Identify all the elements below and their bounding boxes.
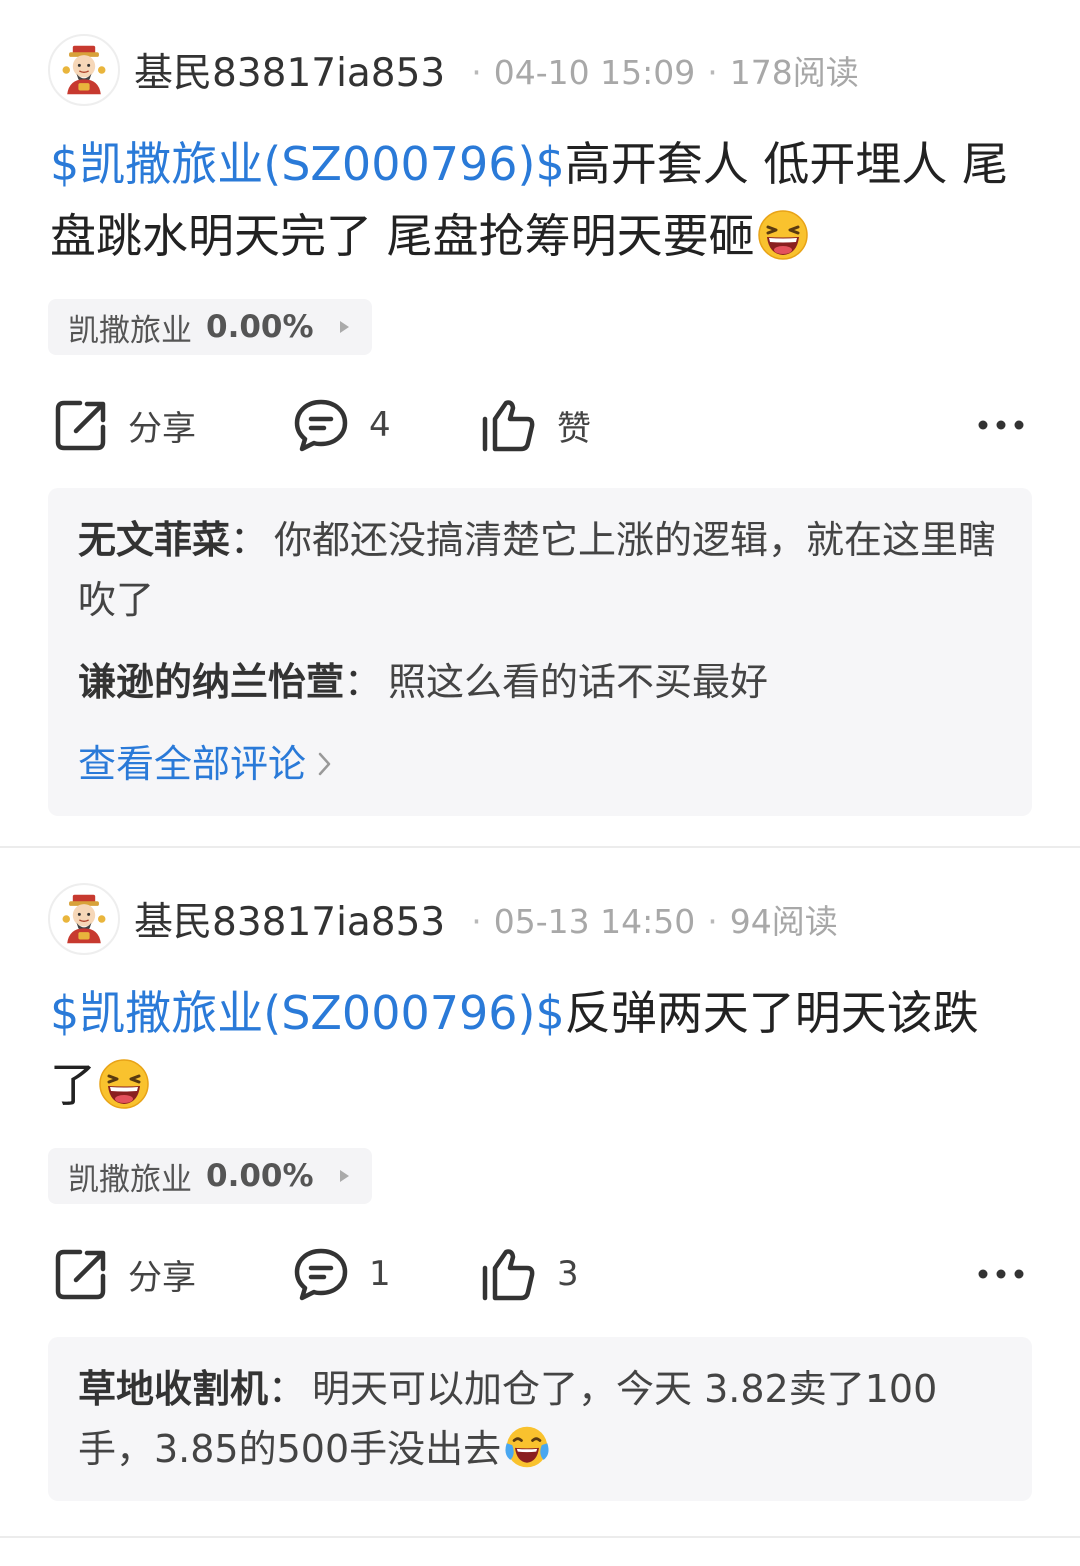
like-label: 赞 xyxy=(557,408,591,449)
comment-separator: ： xyxy=(268,1367,307,1411)
thumbs-up-icon xyxy=(482,1249,535,1301)
chip-stock-name: 凯撒旅业 xyxy=(68,312,192,349)
post-header: 基民83817ia853 · 04-10 15:09 · 178阅读 xyxy=(48,34,859,106)
view-all-label: 查看全部评论 xyxy=(78,742,307,786)
share-label: 分享 xyxy=(128,1257,196,1298)
avatar-god-of-wealth-icon xyxy=(56,891,112,947)
comment-item[interactable]: 草地收割机： 明天可以加仓了，今天 3.82卖了100手，3.85的500手没出去 xyxy=(78,1359,1002,1479)
author-name[interactable]: 基民83817ia853 xyxy=(134,891,445,947)
comment-author[interactable]: 无文菲菜 xyxy=(78,518,230,562)
crying-laughing-emoji xyxy=(503,1423,551,1471)
avatar-god-of-wealth-icon xyxy=(56,42,112,98)
stock-tag-link[interactable]: $凯撒旅业(SZ000796)$ xyxy=(50,137,565,191)
view-all-comments-link[interactable]: 查看全部评论 xyxy=(78,734,1002,794)
chip-percent: 0.00% xyxy=(206,309,314,345)
share-button[interactable]: 分享 xyxy=(54,395,196,455)
like-button[interactable]: 赞 xyxy=(481,395,591,455)
read-count: 94阅读 xyxy=(729,902,838,941)
comment-preview-box: 无文菲菜： 你都还没搞清楚它上涨的逻辑，就在这里瞎吹了 谦逊的纳兰怡萱： 照这么看的… xyxy=(48,488,1032,816)
avatar[interactable] xyxy=(48,883,120,955)
thumbs-up-icon xyxy=(482,400,535,452)
author-name[interactable]: 基民83817ia853 xyxy=(134,42,445,98)
comment-text: 照这么看的话不买最好 xyxy=(388,660,769,704)
chip-arrow-icon xyxy=(339,321,349,333)
chip-percent: 0.00% xyxy=(206,1158,314,1194)
comment-button[interactable]: 4 xyxy=(293,395,391,455)
comment-icon xyxy=(294,399,348,452)
comment-separator: ： xyxy=(230,518,269,562)
more-icon[interactable] xyxy=(978,403,1024,447)
laughing-face-emoji xyxy=(757,209,809,261)
post-header: 基民83817ia853 · 05-13 14:50 · 94阅读 xyxy=(48,883,838,955)
comment-item[interactable]: 谦逊的纳兰怡萱： 照这么看的话不买最好 xyxy=(78,652,1002,712)
post-meta: · 04-10 15:09 · 178阅读 xyxy=(471,53,859,92)
like-button[interactable]: 3 xyxy=(481,1244,579,1304)
post-card[interactable]: 基民83817ia853 · 05-13 14:50 · 94阅读 $凯撒旅业(SZ0… xyxy=(0,848,1080,1536)
share-label: 分享 xyxy=(128,408,196,449)
read-count: 178阅读 xyxy=(729,53,859,92)
chip-stock-name: 凯撒旅业 xyxy=(68,1161,192,1198)
comment-button[interactable]: 1 xyxy=(293,1244,391,1304)
post-meta: · 05-13 14:50 · 94阅读 xyxy=(471,902,838,941)
stock-chip[interactable]: 凯撒旅业 0.00% xyxy=(48,299,372,355)
stock-chip[interactable]: 凯撒旅业 0.00% xyxy=(48,1148,372,1204)
chip-arrow-icon xyxy=(339,1170,349,1182)
comment-separator: ： xyxy=(344,660,383,704)
chevron-right-icon xyxy=(318,752,331,776)
comment-author[interactable]: 谦逊的纳兰怡萱 xyxy=(78,660,344,704)
like-count: 3 xyxy=(557,1254,579,1294)
comment-author[interactable]: 草地收割机 xyxy=(78,1367,268,1411)
share-icon xyxy=(55,400,106,451)
comment-item[interactable]: 无文菲菜： 你都还没搞清楚它上涨的逻辑，就在这里瞎吹了 xyxy=(78,510,1002,630)
comment-icon xyxy=(294,1248,348,1301)
post-date: 05-13 14:50 xyxy=(493,902,696,941)
post-card[interactable]: 基民83817ia853 · 04-10 15:09 · 178阅读 $凯撒旅业(SZ… xyxy=(0,0,1080,846)
comment-count: 4 xyxy=(369,405,391,445)
more-icon[interactable] xyxy=(978,1252,1024,1296)
stock-tag-link[interactable]: $凯撒旅业(SZ000796)$ xyxy=(50,986,565,1040)
share-button[interactable]: 分享 xyxy=(54,1244,196,1304)
action-bar: 分享 1 3 xyxy=(0,1244,1080,1304)
action-bar: 分享 4 赞 xyxy=(0,395,1080,455)
comment-preview-box: 草地收割机： 明天可以加仓了，今天 3.82卖了100手，3.85的500手没出去 xyxy=(48,1337,1032,1501)
avatar[interactable] xyxy=(48,34,120,106)
share-icon xyxy=(55,1249,106,1300)
post-content[interactable]: $凯撒旅业(SZ000796)$反弹两天了明天该跌了 xyxy=(50,977,1010,1121)
comment-count: 1 xyxy=(369,1254,391,1294)
laughing-face-emoji xyxy=(98,1058,150,1110)
post-content[interactable]: $凯撒旅业(SZ000796)$高开套人 低开埋人 尾盘跳水明天完了 尾盘抢筹明… xyxy=(50,128,1010,272)
post-date: 04-10 15:09 xyxy=(493,53,696,92)
post-divider xyxy=(0,1536,1080,1538)
